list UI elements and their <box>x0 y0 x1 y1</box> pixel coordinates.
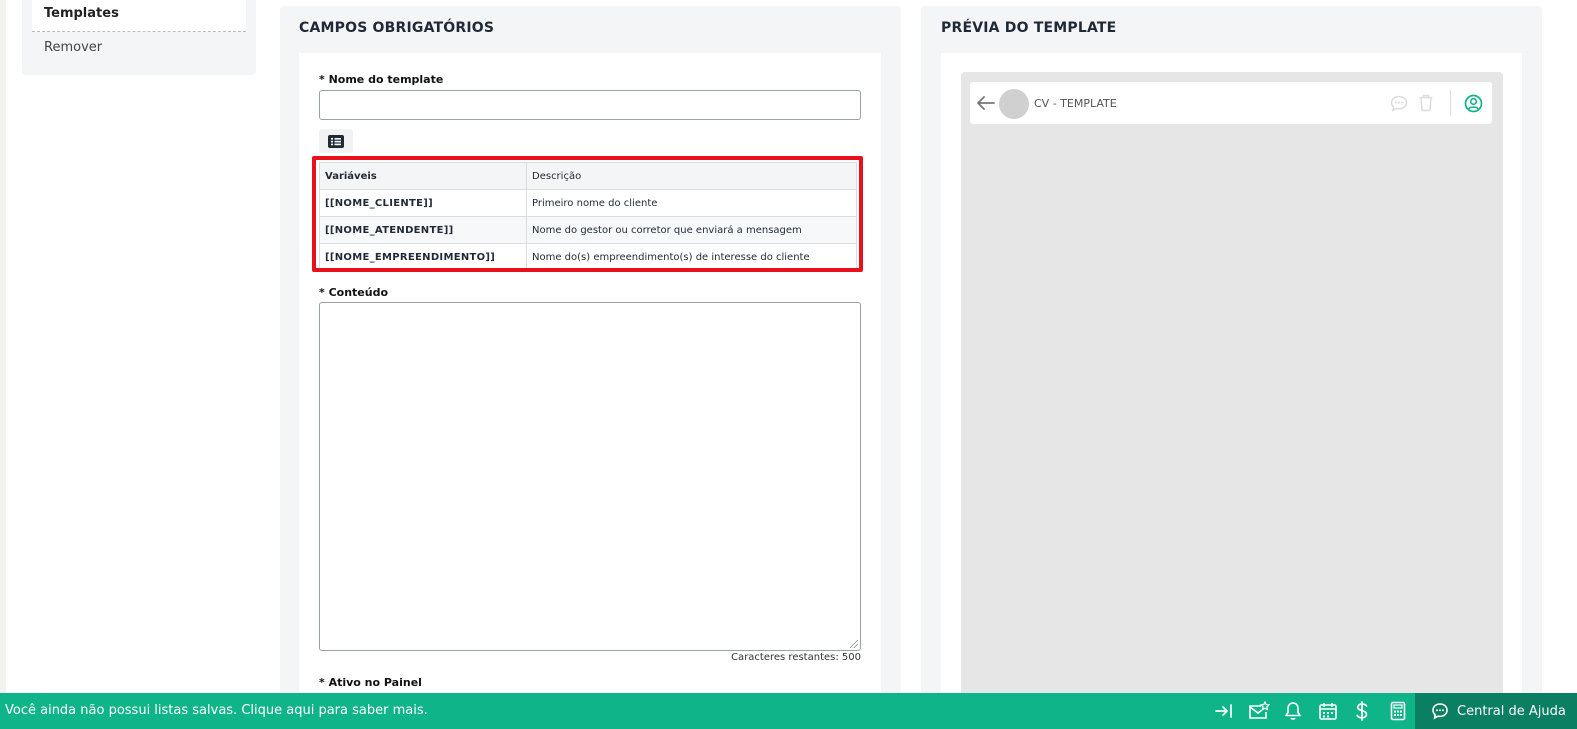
calculator-icon[interactable] <box>1390 701 1406 721</box>
active-panel-label: * Ativo no Painel <box>319 676 422 689</box>
header-divider <box>1450 90 1451 116</box>
sidebar-item-label: Remover <box>44 40 103 55</box>
sidebar-item-remover[interactable]: Remover <box>44 40 102 55</box>
list-icon <box>328 134 344 148</box>
template-name-label: * Nome do template <box>319 73 444 86</box>
help-center-button[interactable]: Central de Ajuda <box>1415 693 1577 729</box>
avatar <box>999 89 1029 119</box>
form-panel-title: CAMPOS OBRIGATÓRIOS <box>299 20 495 36</box>
chat-title: CV - TEMPLATE <box>1034 97 1117 110</box>
highlight-box <box>312 156 863 272</box>
chat-preview <box>961 72 1503 713</box>
user-circle-icon[interactable] <box>1464 94 1483 113</box>
sidebar-item-templates[interactable]: Templates <box>32 0 246 32</box>
bell-icon[interactable] <box>1284 701 1302 721</box>
saved-lists-message[interactable]: Você ainda não possui listas salvas. Cli… <box>5 703 428 718</box>
back-arrow-icon[interactable] <box>977 96 995 110</box>
mail-star-icon[interactable] <box>1248 701 1270 721</box>
content-textarea[interactable] <box>319 302 861 651</box>
dollar-icon[interactable] <box>1354 701 1370 721</box>
chat-bubble-icon[interactable] <box>1390 95 1408 112</box>
sidebar-item-label: Templates <box>44 6 119 21</box>
preview-panel-title: PRÉVIA DO TEMPLATE <box>941 20 1117 36</box>
variables-toggle-button[interactable] <box>319 129 353 153</box>
chat-help-icon <box>1432 703 1448 720</box>
resize-handle[interactable] <box>850 640 858 648</box>
collapse-icon[interactable] <box>1214 701 1234 721</box>
content-label: * Conteúdo <box>319 286 389 299</box>
trash-icon[interactable] <box>1418 94 1434 112</box>
bottom-bar: Você ainda não possui listas salvas. Cli… <box>0 693 1577 729</box>
help-center-label: Central de Ajuda <box>1457 703 1566 719</box>
chars-remaining: Caracteres restantes: 500 <box>731 652 861 663</box>
template-name-input[interactable] <box>319 90 861 120</box>
calendar-icon[interactable] <box>1318 701 1338 721</box>
